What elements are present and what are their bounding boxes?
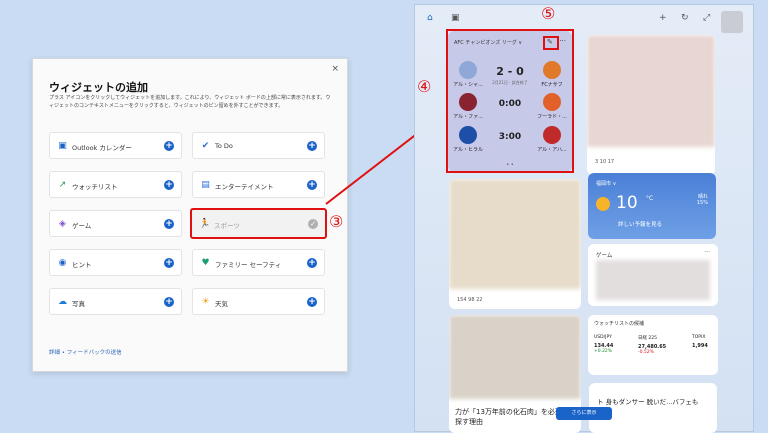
tile-outlook-calendar[interactable]: ▣ Outlook カレンダー + <box>49 132 182 159</box>
home-icon[interactable]: ⌂ <box>427 13 433 23</box>
tile-label: Outlook カレンダー <box>72 144 132 152</box>
tile-weather[interactable]: ☀ 天気 + <box>192 288 325 315</box>
tips-icon: ◉ <box>58 258 67 268</box>
family-safety-icon: ♥ <box>201 258 210 268</box>
add-icon[interactable]: + <box>164 297 174 307</box>
stock-item[interactable]: 日経 225 27,480.65 -0.52% <box>638 335 666 355</box>
tile-entertainment[interactable]: ▤ エンターテイメント + <box>192 171 325 198</box>
news-card-portrait[interactable]: 3 10 17 <box>587 35 715 175</box>
add-widget-dialog: × ウィジェットの追加 プラス アイコンをクリックしてウィジェットを追加します。… <box>32 58 348 372</box>
add-icon[interactable]: + <box>164 141 174 151</box>
tile-family-safety[interactable]: ♥ ファミリー セーフティ + <box>192 249 325 276</box>
add-icon[interactable]: + <box>307 180 317 190</box>
weather-condition: 晴れ 15% <box>697 193 708 206</box>
sports-icon: 🏃 <box>199 219 211 229</box>
news-headline: ト 身もダンサー 脱いだ...バフェも <box>597 398 699 406</box>
outlook-icon: ▣ <box>58 141 67 151</box>
tile-label: ファミリー セーフティ <box>215 261 282 269</box>
news-image <box>449 179 581 289</box>
temperature-unit: °C <box>646 195 654 202</box>
location-selector[interactable]: 福岡市 ∨ <box>596 180 616 187</box>
condition-text: 晴れ <box>697 194 708 200</box>
stock-name: TOPIX <box>692 335 706 340</box>
watchlist-widget[interactable]: ウォッチリストの候補 USD/JPY 134.44 +0.22% 日経 225 … <box>588 315 718 375</box>
news-reactions: 3 10 17 <box>595 159 615 165</box>
annotation-5: ⑤ <box>541 4 556 23</box>
sunny-icon <box>596 197 610 211</box>
added-check-icon: ✓ <box>308 219 318 229</box>
entertainment-icon: ▤ <box>201 180 210 190</box>
news-reactions: 154 98 22 <box>457 297 483 303</box>
avatar[interactable] <box>721 11 743 33</box>
tile-label: エンターテイメント <box>215 183 274 191</box>
annotation-3: ③ <box>329 212 344 231</box>
tile-label: ウォッチリスト <box>72 183 118 191</box>
dialog-title: ウィジェットの追加 <box>49 81 148 94</box>
stock-name: USD/JPY <box>594 335 612 340</box>
news-image <box>449 315 581 399</box>
tile-tips[interactable]: ◉ ヒント + <box>49 249 182 276</box>
weather-icon: ☀ <box>201 297 210 307</box>
stock-change: +0.22% <box>594 349 613 354</box>
dialog-description: プラス アイコンをクリックしてウィジェットを追加します。これにより、ウィジェット… <box>49 95 331 109</box>
add-icon[interactable]: + <box>164 258 174 268</box>
add-icon[interactable]: + <box>307 297 317 307</box>
tile-watchlist[interactable]: ↗ ウォッチリスト + <box>49 171 182 198</box>
news-image <box>587 35 715 147</box>
add-icon[interactable]: + <box>307 258 317 268</box>
stock-name: 日経 225 <box>638 336 658 341</box>
tile-label: スポーツ <box>214 222 240 230</box>
expand-icon[interactable]: ⤢ <box>703 13 710 23</box>
annotation-4: ④ <box>417 77 432 96</box>
precipitation: 15% <box>696 200 708 206</box>
game-image <box>596 260 710 300</box>
temperature: 10 <box>616 193 638 213</box>
watchlist-icon: ↗ <box>58 180 67 190</box>
show-more-button[interactable]: さらに表示 <box>556 407 612 420</box>
stock-change: -0.52% <box>638 350 654 355</box>
pin-icon[interactable]: ✎ <box>547 38 553 46</box>
game-icon: ◈ <box>59 219 66 229</box>
tile-label: To Do <box>215 142 233 150</box>
add-icon[interactable]: + <box>307 141 317 151</box>
close-icon[interactable]: × <box>331 64 339 74</box>
tile-label: ヒント <box>72 261 92 269</box>
stock-item[interactable]: USD/JPY 134.44 +0.22% <box>594 335 613 354</box>
stock-item[interactable]: TOPIX 1,994 <box>692 335 708 349</box>
todo-icon: ✔ <box>201 141 210 151</box>
game-widget[interactable]: ゲーム ··· <box>588 244 718 306</box>
tile-game[interactable]: ◈ ゲーム + <box>49 210 182 237</box>
tile-label: ゲーム <box>72 222 92 230</box>
watchlist-title: ウォッチリストの候補 <box>594 321 645 327</box>
news-card-food[interactable]: 154 98 22 <box>449 179 581 309</box>
photos-icon: ☁ <box>58 297 67 307</box>
tile-sports[interactable]: 🏃 スポーツ ✓ <box>190 208 327 239</box>
tile-photos[interactable]: ☁ 写真 + <box>49 288 182 315</box>
annotation-box-sports <box>446 29 574 173</box>
tile-todo[interactable]: ✔ To Do + <box>192 132 325 159</box>
forecast-link[interactable]: 詳しい予報を見る <box>618 220 662 228</box>
more-options-icon[interactable]: ··· <box>704 249 710 256</box>
tile-label: 天気 <box>215 300 228 308</box>
add-icon[interactable]: + <box>164 180 174 190</box>
game-title: ゲーム <box>596 253 613 259</box>
add-widget-icon[interactable]: + <box>659 13 667 23</box>
video-icon[interactable]: ▣ <box>451 13 460 23</box>
feedback-link[interactable]: 詳細 • フィードバックの送信 <box>49 348 122 356</box>
refresh-icon[interactable]: ↻ <box>681 13 689 23</box>
stock-value: 1,994 <box>692 343 708 349</box>
add-icon[interactable]: + <box>164 219 174 229</box>
tile-label: 写真 <box>72 300 85 308</box>
weather-widget[interactable]: 福岡市 ∨ 10 °C 晴れ 15% 詳しい予報を見る <box>588 173 716 239</box>
